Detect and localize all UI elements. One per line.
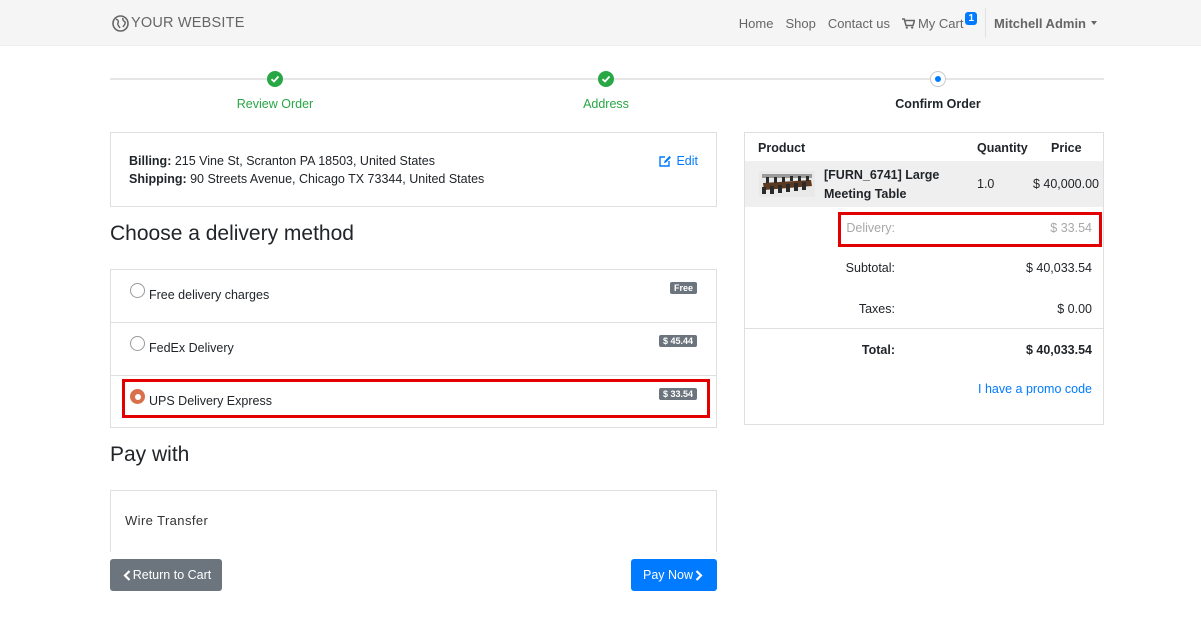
return-to-cart-button[interactable]: Return to Cart — [110, 559, 222, 591]
product-thumbnail — [759, 171, 815, 197]
nav-menu: Home Shop Contact us My Cart 1 Mitchell … — [739, 0, 1097, 46]
total-value: $ 40,033.54 — [1025, 343, 1092, 357]
shipping-address: Shipping: 90 Streets Avenue, Chicago TX … — [129, 172, 484, 186]
billing-value: 215 Vine St, Scranton PA 18503, United S… — [174, 154, 435, 168]
col-product-header: Product — [758, 141, 806, 155]
edit-label: Edit — [676, 154, 698, 168]
col-price-header: Price — [1051, 141, 1082, 155]
cart-icon — [901, 17, 915, 29]
carrier-name: FedEx Delivery — [149, 341, 234, 355]
cart-count-badge: 1 — [965, 11, 978, 25]
pay-now-button[interactable]: Pay Now — [631, 559, 717, 591]
user-name: Mitchell Admin — [994, 15, 1086, 31]
carrier-radio[interactable] — [130, 336, 145, 351]
delivery-cost-label: Delivery: — [846, 221, 895, 235]
nav-home[interactable]: Home — [739, 16, 774, 31]
nav-divider — [985, 8, 987, 38]
carrier-ups-express[interactable]: UPS Delivery Express $ 33.54 — [111, 376, 716, 429]
step-confirm-current-icon — [930, 71, 946, 87]
order-line-row: [FURN_6741] Large Meeting Table 1.0 $ 40… — [745, 161, 1103, 207]
carrier-price-badge: Free — [669, 282, 697, 294]
subtotal-value: $ 40,033.54 — [1025, 261, 1092, 275]
billing-label: Billing: — [129, 154, 172, 168]
billing-address: Billing: 215 Vine St, Scranton PA 18503,… — [129, 154, 435, 168]
carrier-price-badge: $ 33.54 — [658, 388, 697, 400]
return-to-cart-label: Return to Cart — [132, 568, 212, 582]
carrier-radio[interactable] — [130, 283, 145, 298]
step-address-check-icon — [598, 71, 614, 87]
carrier-free-delivery[interactable]: Free delivery charges Free — [111, 270, 716, 323]
step-address[interactable]: Address — [506, 97, 706, 111]
user-menu[interactable]: Mitchell Admin — [994, 16, 1097, 31]
chevron-left-icon — [123, 569, 131, 581]
globe-icon — [112, 14, 129, 32]
step-review-check-icon — [267, 71, 283, 87]
step-review-order[interactable]: Review Order — [175, 97, 375, 111]
cart-label: My Cart — [917, 15, 964, 31]
nav-contact[interactable]: Contact us — [828, 16, 890, 31]
carrier-name: UPS Delivery Express — [149, 394, 272, 408]
taxes-value: $ 0.00 — [1057, 302, 1092, 316]
col-quantity-header: Quantity — [977, 141, 1028, 155]
taxes-label: Taxes: — [858, 302, 895, 316]
edit-icon — [659, 156, 672, 167]
pay-now-label: Pay Now — [642, 568, 694, 582]
delivery-cost-value: $ 33.54 — [1050, 221, 1092, 235]
subtotal-label: Subtotal: — [845, 261, 895, 275]
shipping-label: Shipping: — [129, 172, 187, 186]
shipping-value: 90 Streets Avenue, Chicago TX 73344, Uni… — [190, 172, 485, 186]
carrier-name: Free delivery charges — [149, 288, 270, 302]
payment-method-box[interactable]: Wire Transfer — [110, 490, 717, 552]
total-label: Total: — [861, 343, 895, 357]
carrier-price-badge: $ 45.44 — [658, 335, 697, 347]
caret-down-icon — [1091, 21, 1097, 25]
navbar: YOUR WEBSITE Home Shop Contact us My Car… — [0, 0, 1201, 46]
carrier-fedex[interactable]: FedEx Delivery $ 45.44 — [111, 323, 716, 376]
order-summary: Product Quantity Price [FURN_6741] Large… — [744, 132, 1104, 425]
summary-divider — [745, 328, 1103, 329]
brand-logo[interactable]: YOUR WEBSITE — [112, 12, 245, 34]
delivery-method-list: Free delivery charges Free FedEx Deliver… — [110, 269, 717, 428]
address-summary: Billing: 215 Vine St, Scranton PA 18503,… — [110, 132, 717, 207]
product-price: $ 40,000.00 — [1032, 177, 1099, 191]
step-confirm-order: Confirm Order — [895, 97, 981, 111]
carrier-radio-selected[interactable] — [130, 389, 145, 404]
edit-address-link[interactable]: Edit — [659, 154, 698, 168]
promo-code-link[interactable]: I have a promo code — [978, 382, 1092, 396]
pay-with-heading: Pay with — [110, 443, 190, 466]
product-quantity: 1.0 — [977, 177, 995, 191]
payment-method-name: Wire Transfer — [125, 513, 209, 528]
nav-cart[interactable]: My Cart 1 — [901, 11, 978, 31]
product-name[interactable]: [FURN_6741] Large Meeting Table — [824, 166, 964, 204]
nav-shop[interactable]: Shop — [785, 16, 815, 31]
delivery-heading: Choose a delivery method — [110, 222, 354, 245]
brand-text: YOUR WEBSITE — [131, 15, 245, 31]
chevron-right-icon — [695, 569, 703, 581]
